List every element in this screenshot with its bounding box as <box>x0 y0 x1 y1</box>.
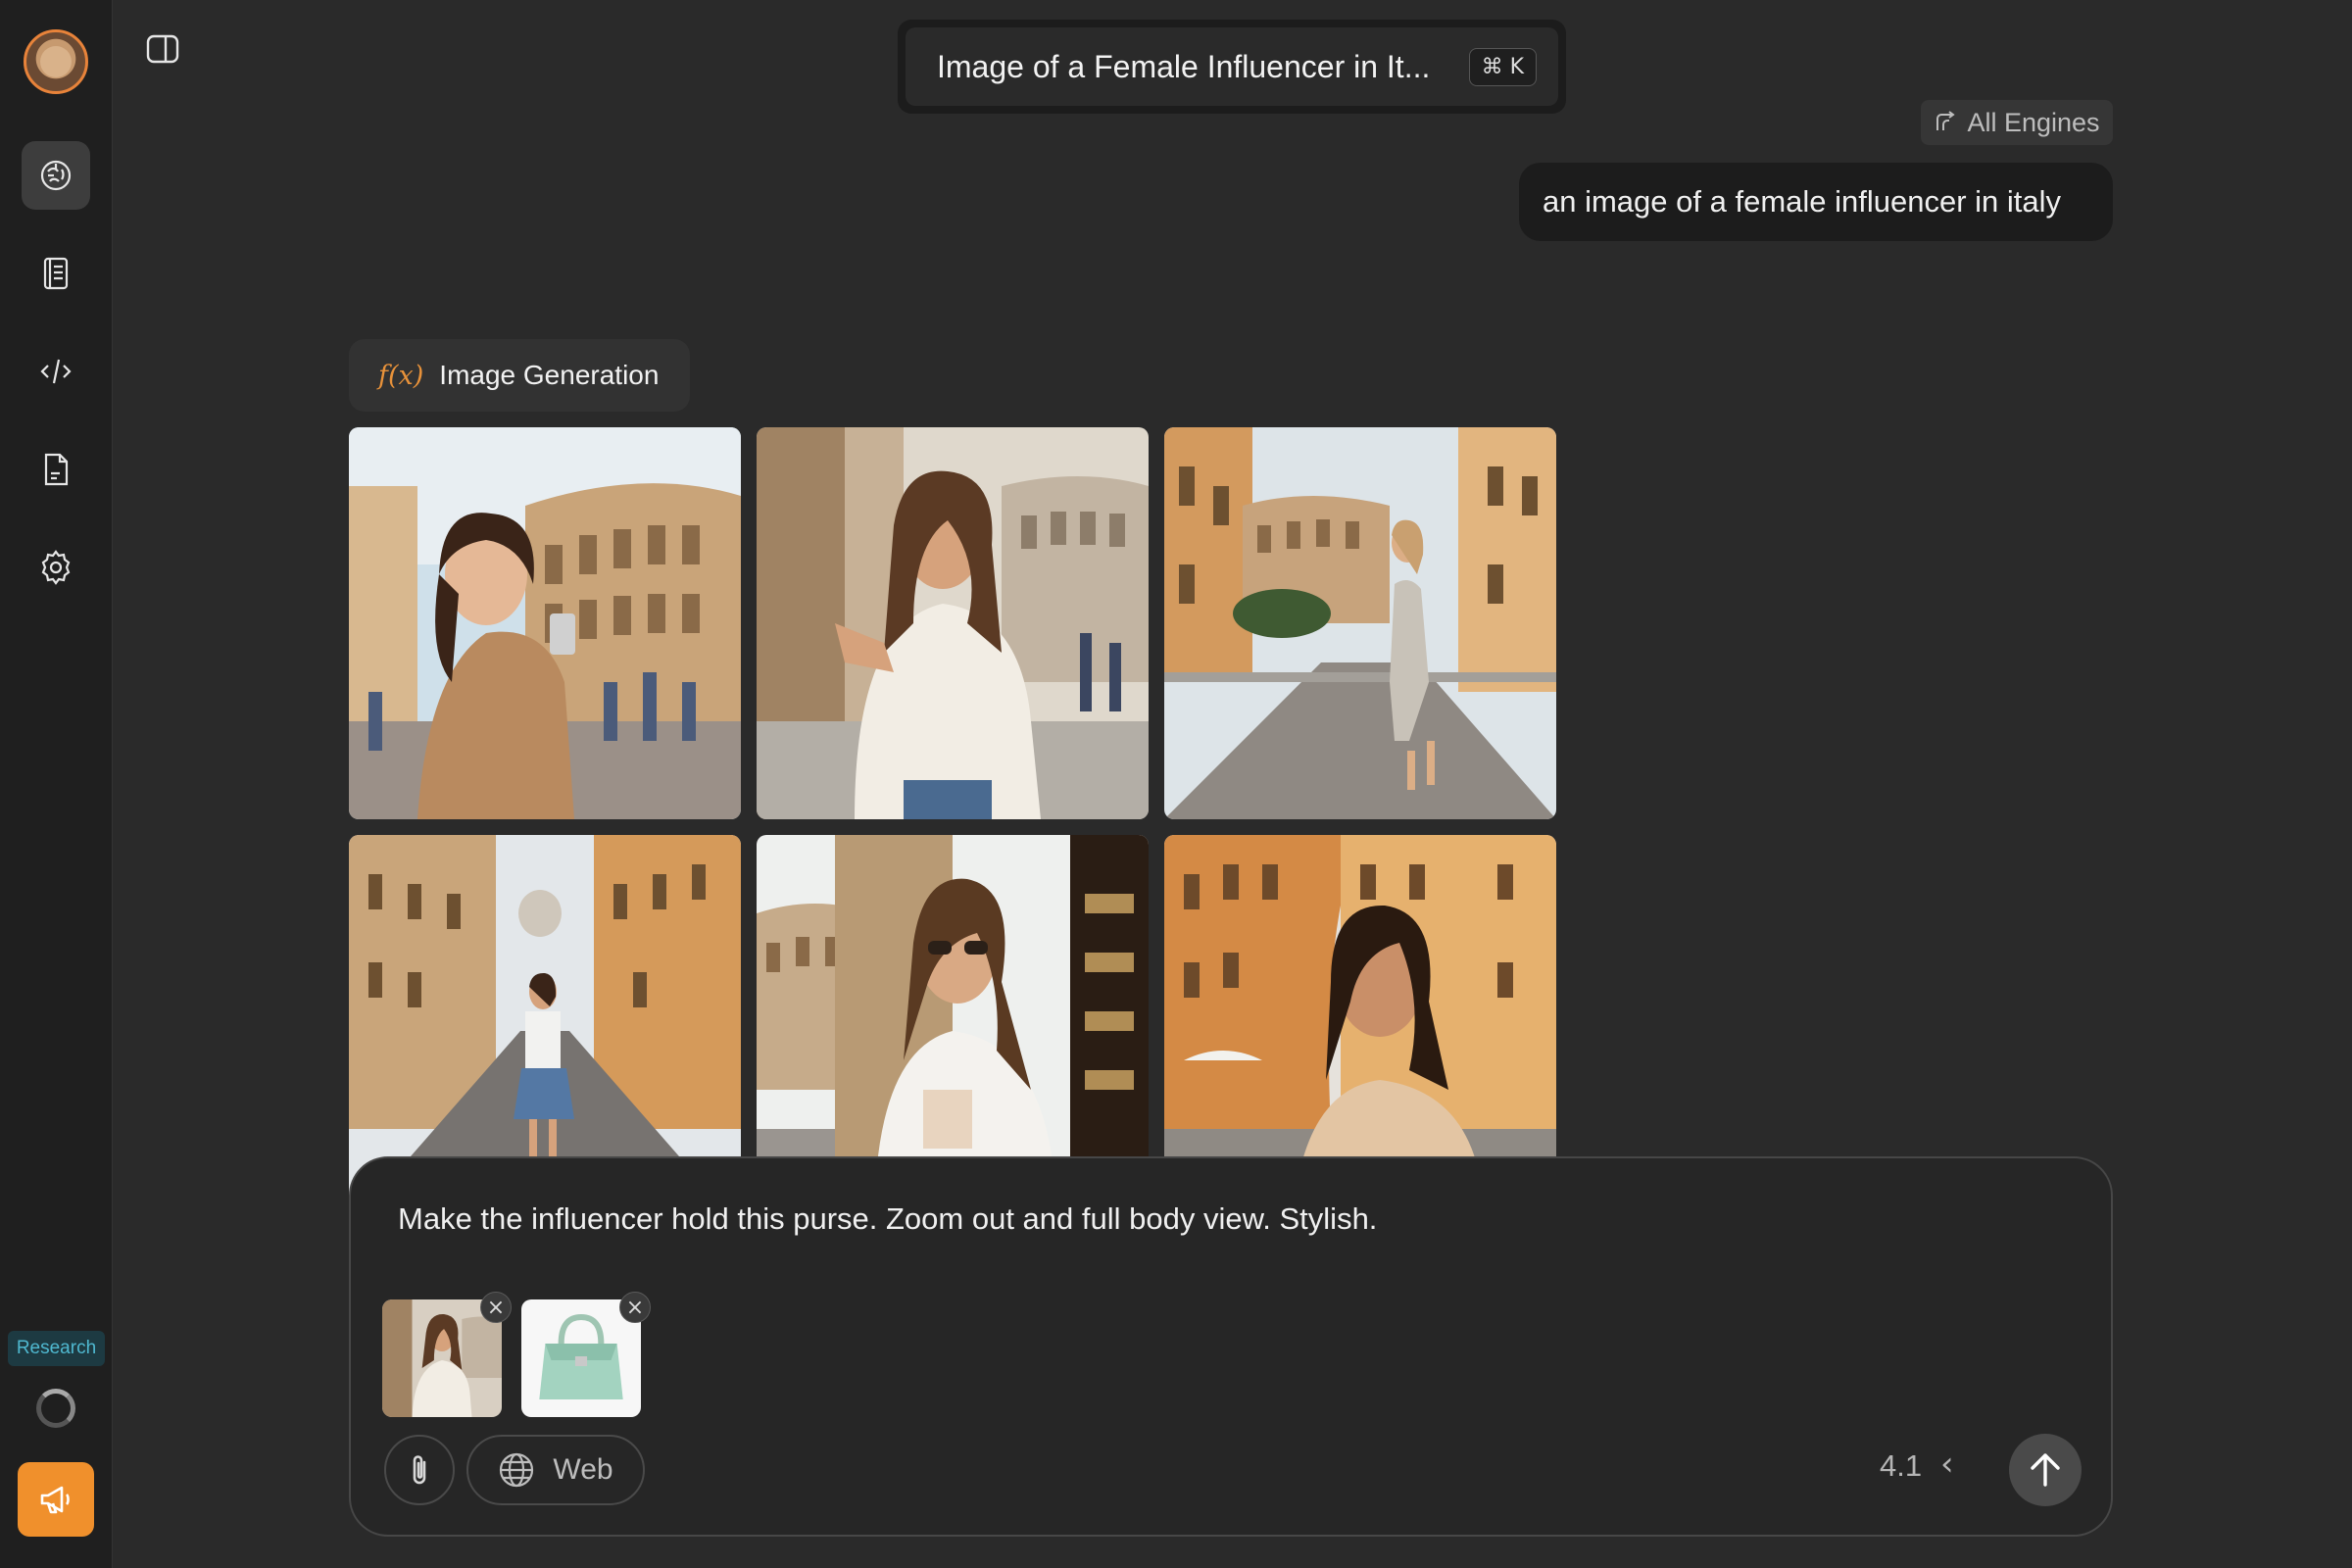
conversation-title: Image of a Female Influencer in It... <box>937 48 1431 84</box>
paperclip-icon <box>413 1455 426 1485</box>
web-search-toggle[interactable]: Web <box>466 1435 645 1505</box>
gear-icon[interactable] <box>22 533 90 602</box>
user-message-bubble: an image of a female influencer in italy <box>1519 163 2113 241</box>
code-pen-icon[interactable] <box>22 337 90 406</box>
image-generation-chip[interactable]: f(x) Image Generation <box>349 339 690 412</box>
send-button[interactable] <box>2009 1434 2082 1506</box>
generated-image-3[interactable] <box>1164 427 1556 819</box>
message-composer[interactable]: Make the influencer hold this purse. Zoo… <box>349 1156 2113 1537</box>
globe-icon <box>500 1452 534 1488</box>
engine-route-icon <box>1936 111 1956 130</box>
generated-image-2[interactable] <box>757 427 1149 819</box>
notebook-icon[interactable] <box>22 239 90 308</box>
conversation-title-bar[interactable]: Image of a Female Influencer in It... ⌘ … <box>898 20 1566 114</box>
tool-label: Image Generation <box>439 360 660 390</box>
document-icon[interactable] <box>22 435 90 504</box>
chevron-left-icon[interactable]: ‹ <box>1940 1445 1954 1484</box>
megaphone-icon[interactable] <box>18 1462 94 1537</box>
composer-input[interactable]: Make the influencer hold this purse. Zoo… <box>398 1201 1377 1237</box>
remove-attachment-icon[interactable]: × <box>619 1292 651 1323</box>
attachment-thumbnail-2[interactable]: × <box>521 1292 651 1417</box>
brain-icon[interactable] <box>22 141 90 210</box>
model-version[interactable]: 4.1 <box>1880 1448 1922 1484</box>
loading-spinner-icon <box>36 1389 75 1428</box>
remove-attachment-icon[interactable]: × <box>480 1292 512 1323</box>
command-k-shortcut: ⌘ K <box>1468 47 1537 86</box>
bear-avatar-icon[interactable] <box>24 29 88 94</box>
function-icon: f(x) <box>378 360 424 391</box>
sidebar: Research <box>0 0 113 1568</box>
attachment-thumbnail-1[interactable]: × <box>382 1292 512 1417</box>
research-badge[interactable]: Research <box>8 1331 105 1366</box>
arrow-up-icon <box>2031 1453 2060 1487</box>
panel-toggle-icon[interactable] <box>145 33 180 65</box>
generated-image-1[interactable] <box>349 427 741 819</box>
web-label: Web <box>553 1453 613 1486</box>
attach-file-button[interactable] <box>384 1435 455 1505</box>
all-engines-button[interactable]: All Engines <box>1921 100 2113 145</box>
all-engines-label: All Engines <box>1967 107 2100 137</box>
